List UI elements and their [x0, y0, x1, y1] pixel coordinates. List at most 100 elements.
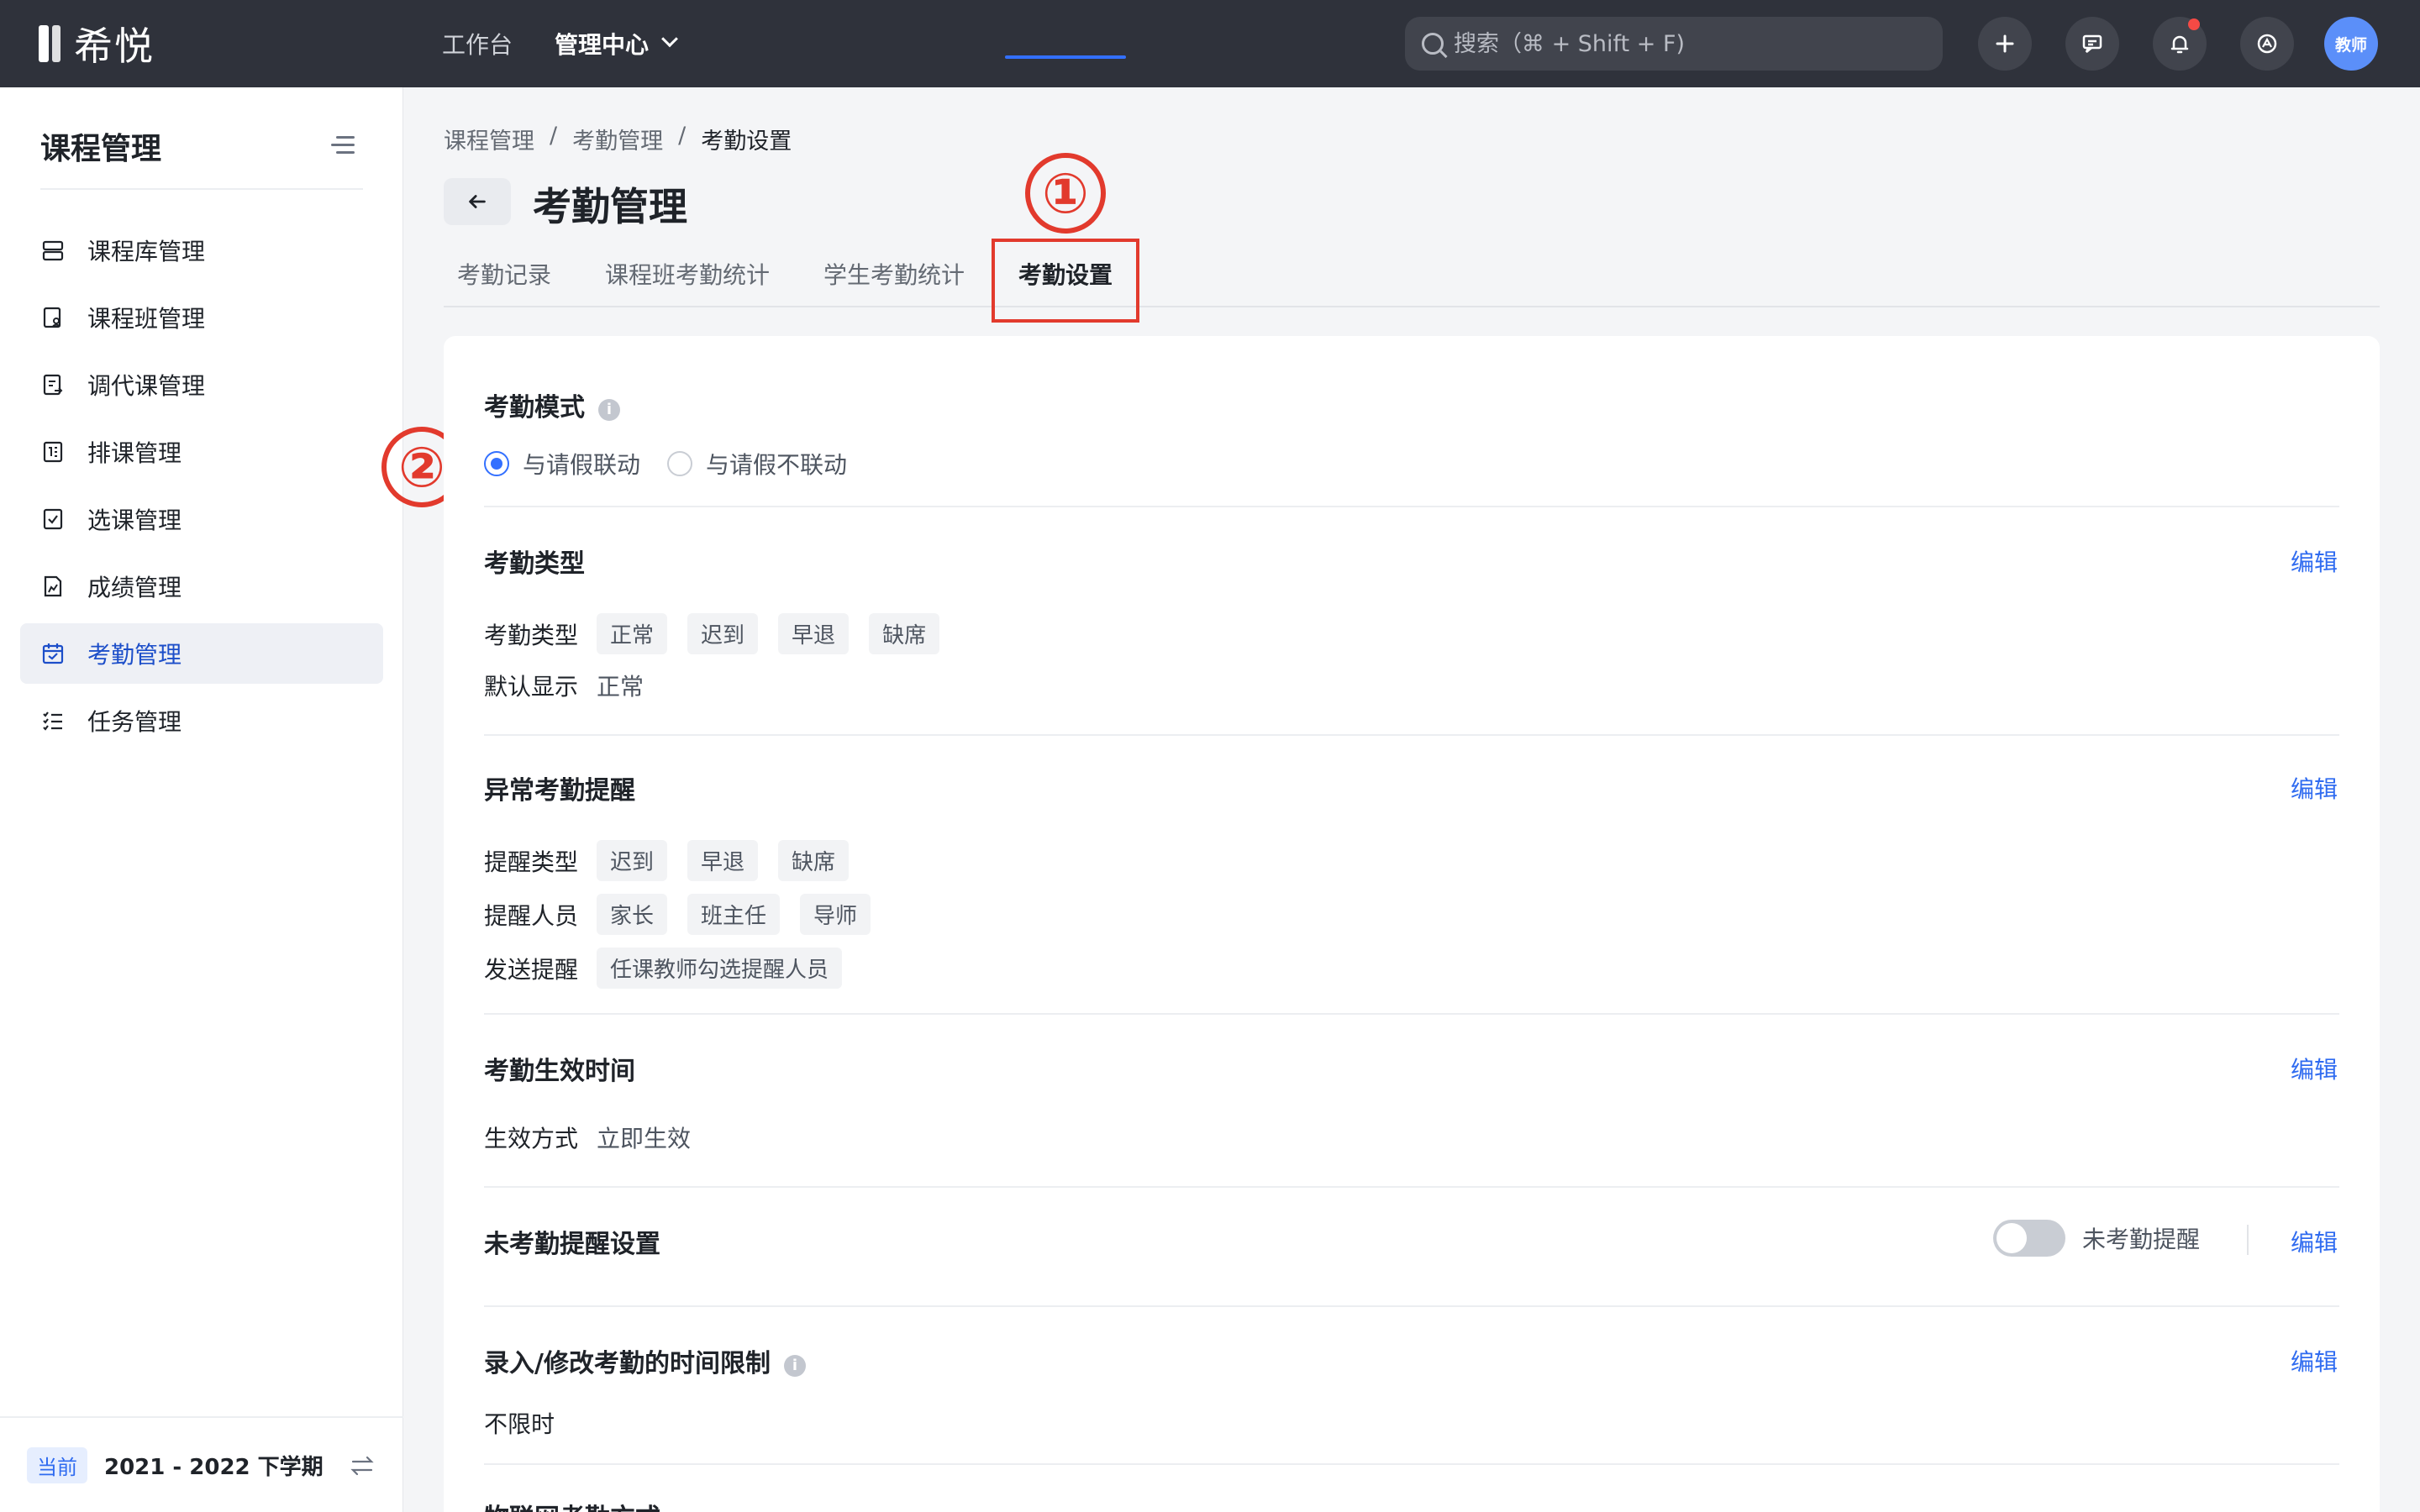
term-switcher[interactable]: 当前 2021 - 2022 下学期: [0, 1416, 403, 1512]
annotation-number-1: ①: [1025, 153, 1106, 234]
info-icon[interactable]: i: [598, 399, 620, 421]
edit-unattended-link[interactable]: 编辑: [2291, 1225, 2338, 1258]
radio-unlink-leave[interactable]: 与请假不联动: [667, 447, 847, 480]
sidebar-item-substitute[interactable]: 调代课管理: [20, 354, 383, 415]
search-icon: [1422, 33, 1444, 55]
bell-icon: [2170, 35, 2189, 54]
sidebar-title: 课程管理: [40, 132, 162, 166]
toggle-label: 未考勤提醒: [2081, 1226, 2200, 1253]
edit-abnormal-link[interactable]: 编辑: [2291, 771, 2338, 805]
info-icon[interactable]: i: [783, 1355, 806, 1377]
breadcrumb-item[interactable]: 课程管理: [444, 123, 534, 155]
edit-type-link[interactable]: 编辑: [2291, 544, 2338, 578]
section-divider: [484, 1186, 2339, 1188]
vertical-separator: [2247, 1225, 2249, 1255]
grade-icon: [40, 574, 66, 599]
chip: 迟到: [687, 613, 759, 654]
sidebar-item-label: 成绩管理: [87, 574, 182, 601]
mode-options: 与请假联动 与请假不联动: [484, 447, 874, 480]
sidebar-item-scheduling[interactable]: 排课管理: [20, 422, 383, 482]
current-term-text: 2021 - 2022 下学期: [104, 1454, 324, 1480]
radio-label: 与请假不联动: [706, 451, 848, 479]
swap-icon[interactable]: [350, 1453, 375, 1478]
row-label: 提醒人员: [484, 901, 579, 930]
row-label: 发送提醒: [484, 955, 579, 984]
chip: 正常: [597, 613, 668, 654]
sidebar-item-selection[interactable]: 选课管理: [20, 489, 383, 549]
chip: 早退: [687, 840, 759, 881]
app-logo[interactable]: 希悦: [39, 20, 155, 69]
current-term-badge: 当前: [27, 1446, 87, 1483]
class-icon: [40, 305, 66, 330]
breadcrumb-item[interactable]: 考勤管理: [572, 123, 663, 155]
edit-time-limit-link[interactable]: 编辑: [2291, 1344, 2338, 1378]
checkbox-icon: [40, 507, 66, 532]
remind-type-row: 提醒类型 迟到 早退 缺席: [484, 840, 869, 881]
sidebar-item-course-library[interactable]: 课程库管理: [20, 220, 383, 281]
sidebar-item-course-class[interactable]: 课程班管理: [20, 287, 383, 348]
back-button[interactable]: [444, 178, 511, 225]
chip: 缺席: [778, 840, 850, 881]
chip: 迟到: [597, 840, 668, 881]
tab-attendance-records[interactable]: 考勤记录: [457, 257, 551, 291]
send-remind-row: 发送提醒 任课教师勾选提醒人员: [484, 948, 862, 989]
app-switch-button[interactable]: [2240, 17, 2294, 71]
sidebar-menu: 课程库管理 课程班管理 调代课管理 排课管理 选课管理 成绩管理 考勤管理 任务…: [20, 220, 383, 758]
section-title-effective: 考勤生效时间: [484, 1057, 635, 1086]
sidebar-item-attendance[interactable]: 考勤管理: [20, 623, 383, 684]
notification-dot: [2188, 18, 2200, 30]
row-value: 不限时: [484, 1410, 555, 1438]
row-label: 生效方式: [484, 1125, 579, 1152]
row-value: 立即生效: [597, 1125, 692, 1152]
chip: 缺席: [869, 613, 940, 654]
add-button[interactable]: [1978, 17, 2032, 71]
section-title-unattended: 未考勤提醒设置: [484, 1230, 660, 1259]
section-title-type: 考勤类型: [484, 549, 585, 579]
search-input[interactable]: [1454, 30, 1924, 57]
messages-button[interactable]: [2065, 17, 2119, 71]
chip: 任课教师勾选提醒人员: [597, 948, 843, 989]
section-divider: [484, 1013, 2339, 1015]
section-title-mode-text: 考勤模式: [484, 393, 585, 423]
page-title: 考勤管理: [533, 184, 687, 229]
tab-class-statistics[interactable]: 课程班考勤统计: [605, 257, 770, 291]
task-list-icon: [40, 708, 66, 733]
unattended-toggle[interactable]: [1992, 1220, 2065, 1257]
top-bar: 希悦 工作台 管理中心 教师: [0, 0, 2420, 87]
section-title-time-limit-text: 录入/修改考勤的时间限制: [484, 1349, 771, 1378]
section-title-abnormal: 异常考勤提醒: [484, 776, 635, 806]
row-label: 默认显示: [484, 673, 579, 701]
plus-icon: [1996, 34, 2014, 53]
unattended-toggle-group: 未考勤提醒: [1992, 1220, 2200, 1257]
time-limit-row: 不限时: [484, 1406, 555, 1440]
notifications-button[interactable]: [2153, 17, 2207, 71]
settings-card: 考勤模式 i 与请假联动 与请假不联动 考勤类型 编辑 考勤类型 正常 迟到 早退…: [444, 336, 2380, 1512]
sidebar-item-grades[interactable]: 成绩管理: [20, 556, 383, 617]
sidebar-item-label: 课程班管理: [87, 305, 206, 333]
tab-student-statistics[interactable]: 学生考勤统计: [823, 257, 965, 291]
collapse-sidebar-icon[interactable]: [331, 134, 355, 156]
breadcrumb-separator: /: [550, 123, 558, 149]
sidebar-item-tasks[interactable]: 任务管理: [20, 690, 383, 751]
sidebar-item-label: 选课管理: [87, 507, 182, 534]
edit-effective-link[interactable]: 编辑: [2291, 1052, 2338, 1085]
row-value: 正常: [597, 673, 644, 701]
sidebar-item-label: 课程库管理: [87, 238, 206, 265]
section-divider: [484, 506, 2339, 507]
search-bar[interactable]: [1405, 17, 1943, 71]
avatar[interactable]: 教师: [2324, 17, 2378, 71]
database-icon: [40, 238, 66, 263]
sidebar: 课程管理 课程库管理 课程班管理 调代课管理 排课管理 选课管理 成绩管理 考勤…: [0, 87, 403, 1512]
sidebar-item-label: 排课管理: [87, 439, 182, 467]
nav-workbench[interactable]: 工作台: [442, 27, 513, 60]
radio-link-leave[interactable]: 与请假联动: [484, 447, 640, 480]
sidebar-item-label: 任务管理: [87, 708, 182, 736]
nav-admin-center[interactable]: 管理中心: [555, 27, 678, 60]
sidebar-divider: [40, 188, 363, 190]
row-label: 提醒类型: [484, 848, 579, 876]
radio-unselected-icon: [667, 451, 693, 476]
effective-row: 生效方式 立即生效: [484, 1121, 691, 1154]
section-divider: [484, 1305, 2339, 1307]
annotation-box-tab: [992, 239, 1139, 323]
app-circle-icon: [2257, 34, 2277, 54]
